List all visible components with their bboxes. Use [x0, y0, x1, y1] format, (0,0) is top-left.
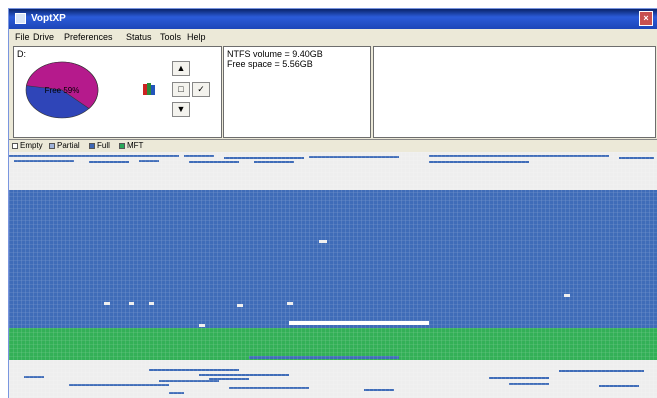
legend-empty: Empty — [12, 141, 43, 150]
legend-full: Full — [89, 141, 110, 150]
legend-mft: MFT — [119, 141, 143, 150]
window-title: VoptXP — [31, 13, 66, 24]
volume-info-panel: NTFS volume = 9.40GB Free space = 5.56GB — [223, 46, 371, 138]
books-icon[interactable] — [142, 82, 156, 96]
drive-panel: D: Free 59% ▲ ▼ □ ✓ — [13, 46, 222, 138]
legend-full-swatch — [89, 142, 95, 149]
menu-help[interactable]: Help — [187, 32, 206, 42]
app-window: VoptXP × File Drive Preferences Status T… — [8, 8, 657, 398]
legend-partial-swatch — [49, 142, 55, 149]
legend-empty-swatch — [12, 142, 18, 149]
square-icon[interactable]: □ — [172, 82, 190, 97]
legend-bar: Empty Partial Full MFT — [9, 139, 657, 152]
disk-cluster-map[interactable] — [9, 152, 657, 398]
menu-bar: File Drive Preferences Status Tools Help — [9, 30, 657, 44]
free-space: Free space = 5.56GB — [227, 59, 313, 69]
arrow-down-icon[interactable]: ▼ — [172, 102, 190, 117]
menu-tools[interactable]: Tools — [160, 32, 181, 42]
menu-preferences[interactable]: Preferences — [64, 32, 113, 42]
volume-size: NTFS volume = 9.40GB — [227, 49, 323, 59]
app-icon — [15, 13, 26, 24]
checkmark-icon[interactable]: ✓ — [192, 82, 210, 97]
close-icon[interactable]: × — [639, 11, 653, 26]
status-panel — [373, 46, 656, 138]
legend-partial: Partial — [49, 141, 80, 150]
menu-file[interactable]: File — [15, 32, 30, 42]
legend-mft-swatch — [119, 142, 125, 149]
title-bar[interactable]: VoptXP × — [9, 9, 657, 29]
drive-panel-area: D: Free 59% ▲ ▼ □ ✓ NTFS volume = 9.40GB… — [9, 46, 657, 139]
menu-drive[interactable]: Drive — [33, 32, 54, 42]
cluster-grid-overlay — [9, 152, 657, 398]
cluster-map-canvas — [9, 152, 657, 398]
menu-status[interactable]: Status — [126, 32, 152, 42]
drive-pie-chart: Free 59% — [25, 61, 99, 119]
arrow-up-icon[interactable]: ▲ — [172, 61, 190, 76]
pie-label: Free 59% — [45, 86, 80, 95]
